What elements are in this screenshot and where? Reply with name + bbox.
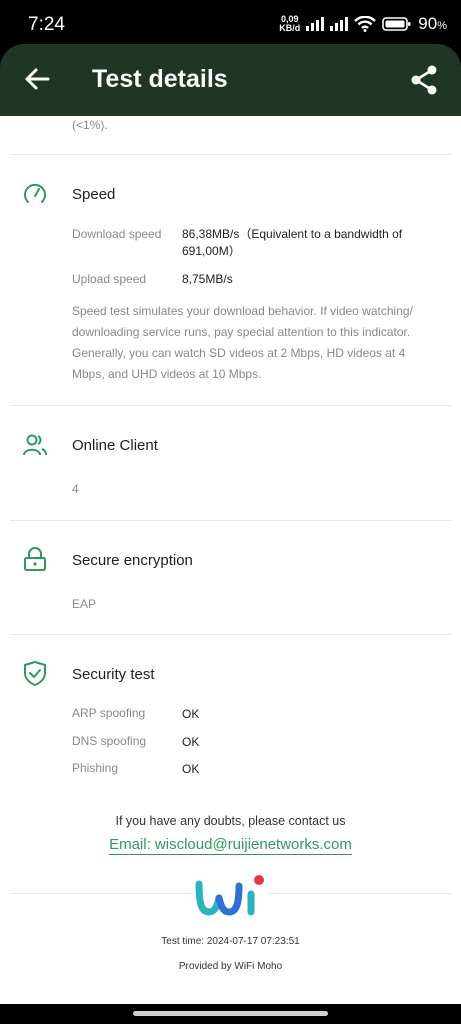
dns-spoofing-label: DNS spoofing: [72, 734, 147, 748]
online-client-value: 4: [72, 482, 79, 496]
previous-section-tail: (<1%).: [72, 118, 108, 132]
secure-encryption-value: EAP: [72, 597, 97, 611]
test-details-content[interactable]: (<1%). Speed Download speed 86,38MB/s（Eq…: [0, 116, 461, 1004]
home-gesture-handle[interactable]: [133, 1011, 328, 1016]
speedometer-icon: [24, 183, 46, 203]
signal-1-icon: [306, 17, 325, 31]
battery-icon: [382, 17, 411, 31]
speed-section-title: Speed: [72, 186, 116, 203]
battery-percent: 90%: [418, 14, 447, 33]
provided-by: Provided by WiFi Moho: [178, 961, 283, 972]
contact-email-text[interactable]: Email: wiscloud@ruijienetworks.com: [109, 836, 352, 855]
status-indicators: 0,09 KB/d 90%: [279, 14, 447, 34]
online-client-title: Online Client: [72, 437, 158, 454]
wifi-icon: [354, 16, 377, 32]
arp-spoofing-value: OK: [182, 707, 200, 721]
download-speed-value: 86,38MB/s（Equivalent to a bandwidth of 6…: [182, 227, 403, 258]
shield-check-icon: [24, 661, 46, 686]
phishing-value: OK: [182, 762, 200, 776]
share-icon[interactable]: [409, 64, 439, 96]
network-speed-unit: KB/d: [279, 23, 301, 33]
security-test-title: Security test: [72, 666, 155, 683]
divider: [10, 405, 451, 406]
signal-2-icon: [330, 17, 349, 31]
divider: [10, 154, 451, 155]
arp-spoofing-label: ARP spoofing: [72, 706, 146, 720]
lock-icon: [24, 547, 46, 571]
status-bar: 7:24 0,09 KB/d 90%: [0, 0, 461, 48]
test-time: Test time: 2024-07-17 07:23:51: [161, 936, 300, 947]
page-title: Test details: [92, 65, 228, 93]
upload-speed-label: Upload speed: [72, 272, 147, 286]
network-speed: 0,09 KB/d: [279, 15, 300, 33]
upload-speed-value: 8,75MB/s: [182, 272, 233, 286]
app-header: Test details: [0, 44, 461, 116]
divider: [10, 520, 451, 521]
download-speed-label: Download speed: [72, 227, 162, 241]
dns-spoofing-value: OK: [182, 735, 200, 749]
arrow-left-icon[interactable]: [22, 64, 52, 94]
speed-description: Speed test simulates your download behav…: [72, 304, 413, 381]
divider: [10, 634, 451, 635]
divider: [10, 893, 194, 894]
contact-email-link[interactable]: Email: wiscloud@ruijienetworks.com: [0, 836, 461, 855]
status-time: 7:24: [28, 14, 65, 35]
users-icon: [23, 434, 47, 456]
divider: [267, 893, 451, 894]
wifi-moho-logo: [195, 875, 264, 916]
phishing-label: Phishing: [72, 761, 119, 775]
system-nav-bar: [0, 1004, 461, 1024]
contact-note: If you have any doubts, please contact u…: [115, 814, 346, 828]
secure-encryption-title: Secure encryption: [72, 552, 193, 569]
